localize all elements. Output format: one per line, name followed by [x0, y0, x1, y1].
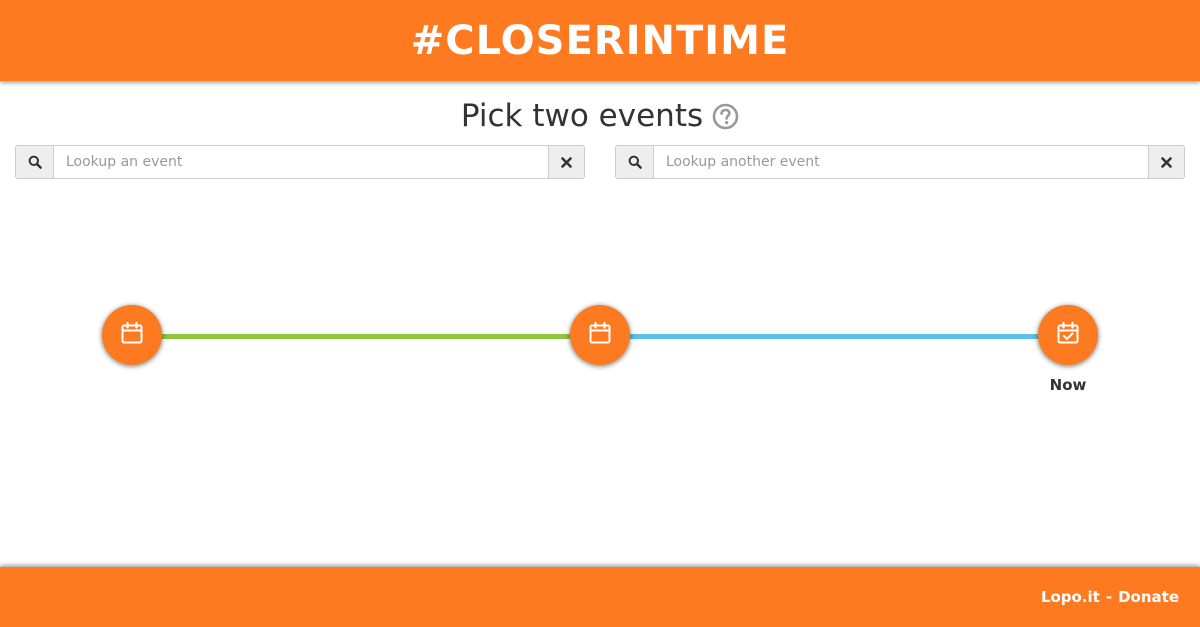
- close-icon[interactable]: [1148, 146, 1184, 178]
- page-heading-text: Pick two events: [460, 98, 704, 134]
- timeline-segment-second: [628, 334, 1040, 339]
- timeline: Now: [0, 300, 1200, 400]
- timeline-node-second-event[interactable]: [570, 305, 630, 365]
- calendar-icon: [588, 321, 612, 349]
- timeline-now-label: Now: [1049, 376, 1087, 394]
- question-circle-icon[interactable]: [712, 103, 739, 130]
- search-icon: [16, 146, 54, 178]
- app-title[interactable]: #CLOSERINTIME: [411, 21, 790, 61]
- search-icon: [616, 146, 654, 178]
- footer-separator: -: [1105, 588, 1113, 606]
- app-footer: Lopo.it - Donate: [0, 567, 1200, 627]
- page: #CLOSERINTIME Pick two events Lookup an …: [0, 0, 1200, 627]
- first-event-search: [15, 145, 585, 179]
- page-heading: Pick two events: [0, 98, 1200, 134]
- calendar-check-icon: [1056, 321, 1080, 349]
- second-event-search: [615, 145, 1185, 179]
- footer-site-link[interactable]: Lopo.it: [1041, 588, 1100, 606]
- timeline-node-first-event[interactable]: [102, 305, 162, 365]
- close-icon[interactable]: [548, 146, 584, 178]
- calendar-icon: [120, 321, 144, 349]
- timeline-segment-first: [160, 334, 572, 339]
- first-event-input[interactable]: [54, 146, 548, 178]
- footer-donate-link[interactable]: Donate: [1118, 588, 1179, 606]
- app-header: #CLOSERINTIME: [0, 0, 1200, 81]
- timeline-node-now[interactable]: [1038, 305, 1098, 365]
- second-event-input[interactable]: [654, 146, 1148, 178]
